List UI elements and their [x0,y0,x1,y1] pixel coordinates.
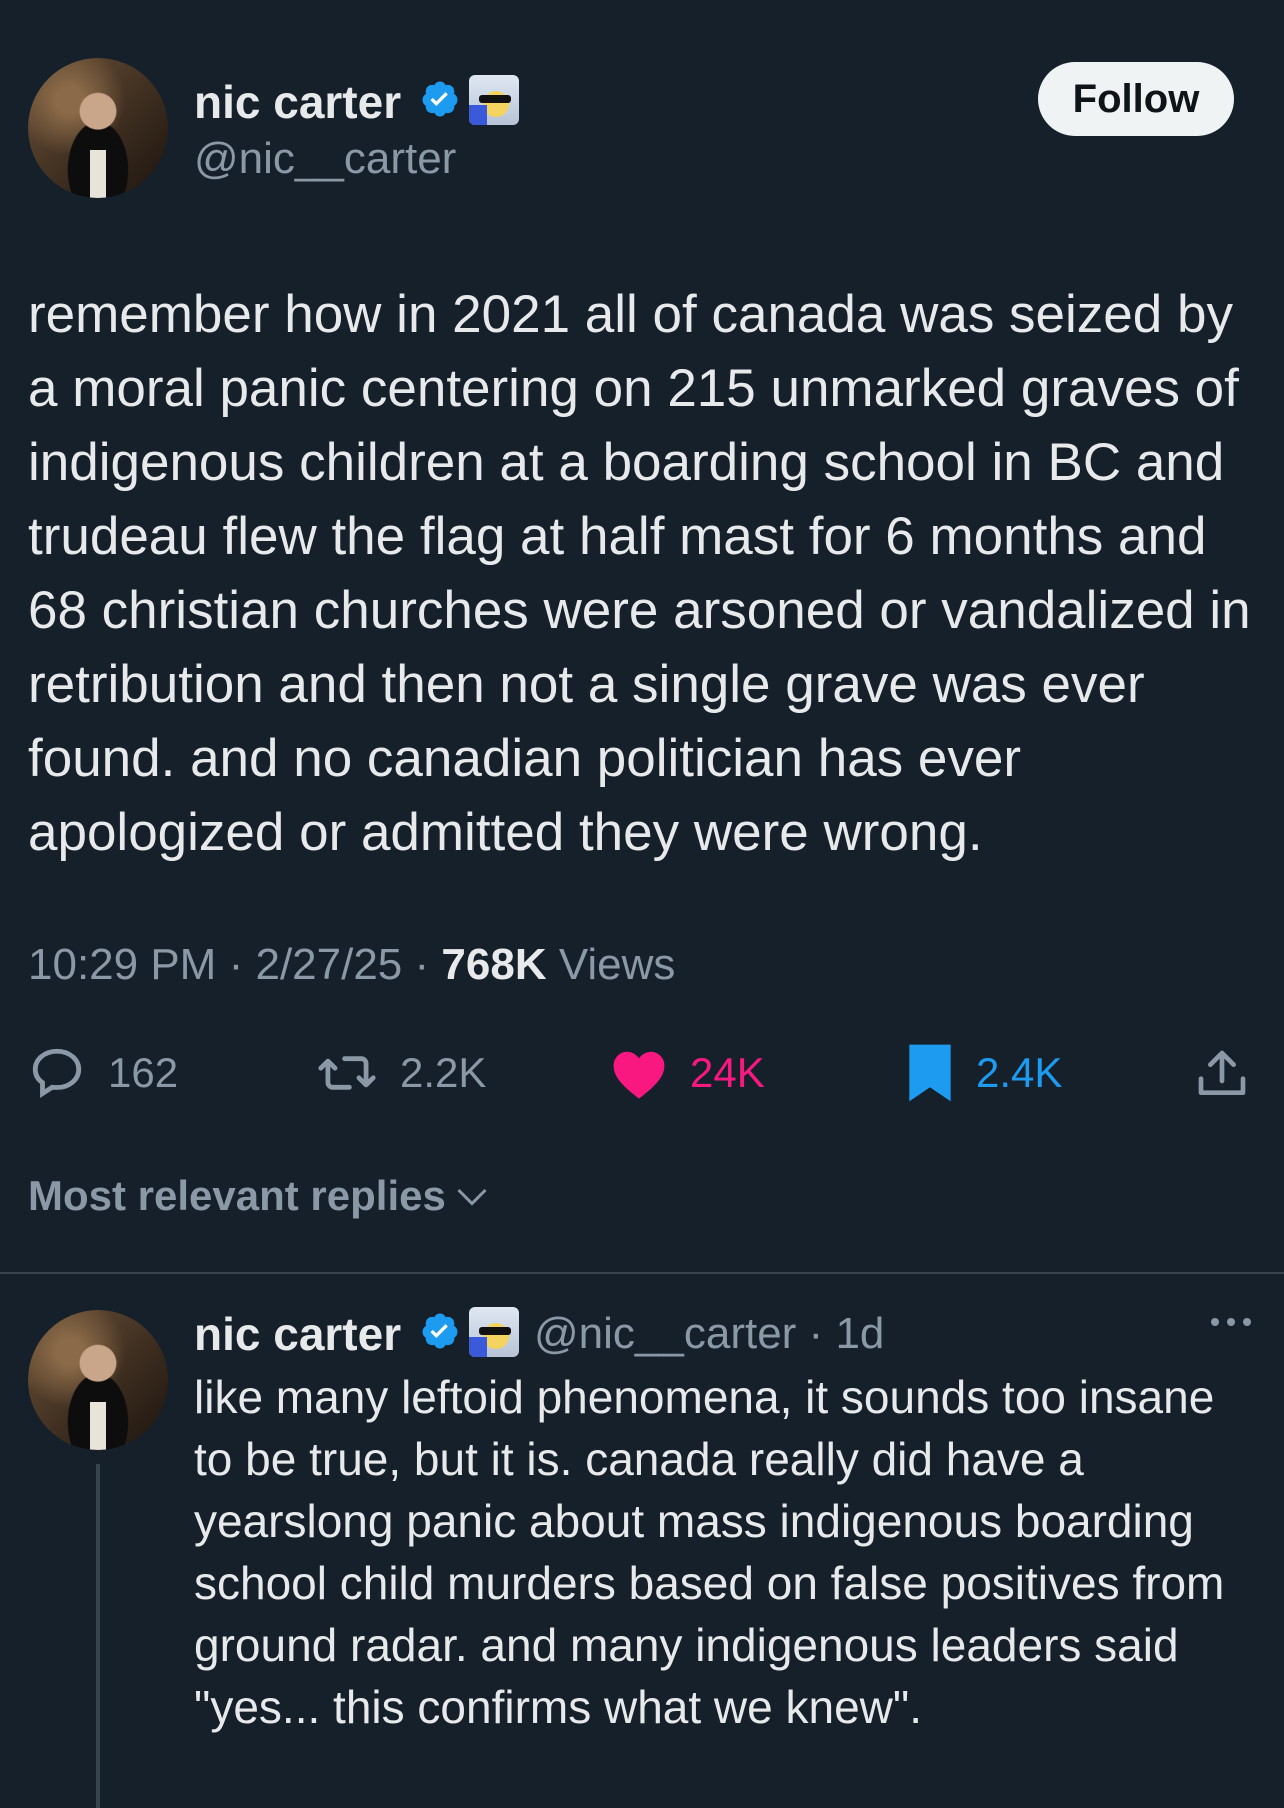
more-dots-icon[interactable] [1208,1312,1254,1332]
section-divider [0,1272,1284,1274]
repost-arrows-icon [318,1056,376,1090]
bookmark-action[interactable]: 2.4K [906,1040,1062,1106]
reply-author-handle-and-age: @nic__carter · 1d [534,1309,884,1359]
reply-sort-label: Most relevant replies [28,1172,446,1219]
speech-bubble-icon [32,1048,82,1098]
tweet-text: remember how in 2021 all of canada was s… [28,285,1251,862]
like-count: 24K [690,1049,765,1096]
verified-badge-icon [422,81,458,117]
thread-connector-line [96,1464,100,1808]
repost-count: 2.2K [400,1049,487,1096]
views-label: Views [558,940,676,989]
bookmark-icon [909,1044,951,1102]
reply-sort-dropdown[interactable]: Most relevant replies [28,1172,490,1220]
reply-action[interactable]: 162 [28,1040,178,1106]
repost-action[interactable]: 2.2K [316,1040,486,1106]
verified-badge-icon [422,1313,458,1349]
author-avatar[interactable] [28,58,168,198]
sunglasses-emoji-icon [469,1307,519,1357]
reply-author-handle[interactable]: @nic__carter [534,1309,796,1358]
reply-author-avatar[interactable] [28,1310,168,1450]
author-handle[interactable]: @nic__carter [194,134,456,184]
follow-button[interactable]: Follow [1038,62,1234,136]
bookmark-count: 2.4K [976,1049,1063,1096]
meta-separator: · [414,940,442,989]
reply-author-name[interactable]: nic carter [194,1307,401,1361]
tweet-date[interactable]: 2/27/25 [255,940,402,989]
author-name[interactable]: nic carter [194,75,401,129]
views-count: 768K [441,940,547,989]
tweet-meta: 10:29 PM · 2/27/25 · 768K Views [28,940,675,990]
meta-separator: · [228,940,256,989]
reply-count: 162 [108,1049,179,1096]
meta-separator: · [796,1309,836,1358]
sunglasses-emoji-icon [469,75,519,125]
heart-icon [613,1051,665,1099]
reply-text: like many leftoid phenomena, it sounds t… [194,1371,1225,1733]
tweet-time[interactable]: 10:29 PM [28,940,216,989]
chevron-down-icon [457,1188,487,1206]
reply-age[interactable]: 1d [835,1309,884,1358]
share-upload-icon[interactable] [1194,1046,1250,1102]
like-action[interactable]: 24K [610,1040,765,1106]
